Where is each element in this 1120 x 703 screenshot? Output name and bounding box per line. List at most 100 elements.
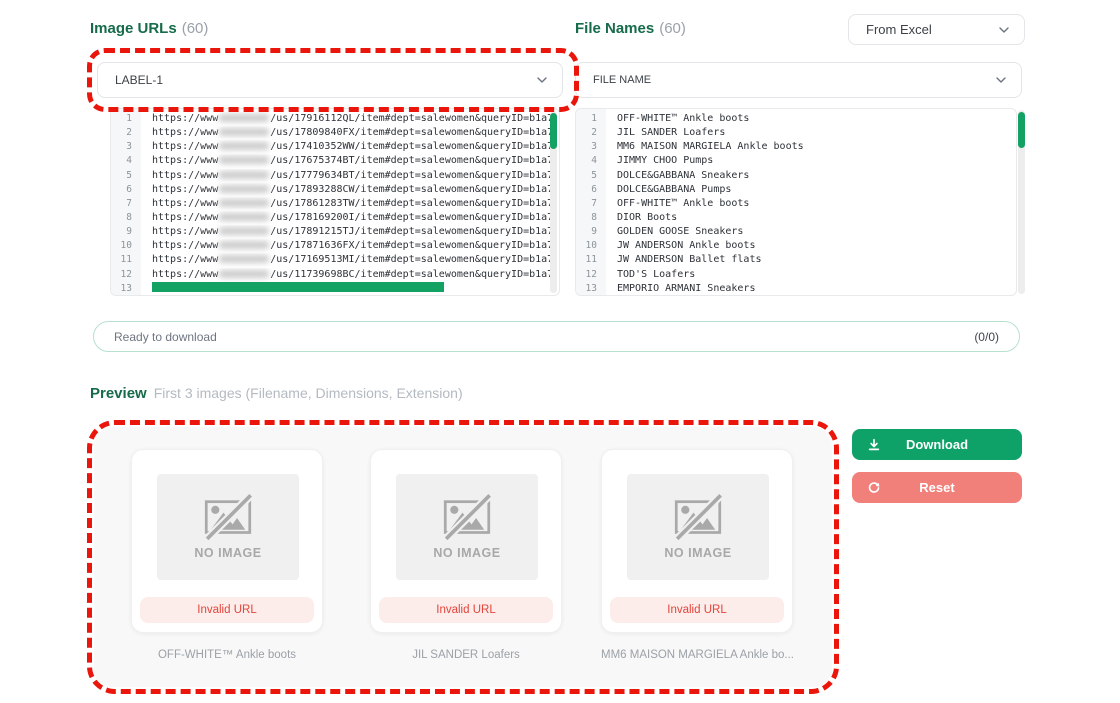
url-prefix: https://www: [152, 113, 218, 124]
filename-column-select-value: FILE NAME: [593, 74, 651, 86]
url-line: 3https://www/us/17410352WW/item#dept=sal…: [111, 140, 559, 154]
filename-text: JIL SANDER Loafers: [606, 126, 1016, 140]
preview-item: NO IMAGE Invalid URL OFF-WHITE™ Ankle boot…: [131, 449, 323, 661]
blurred-domain: [219, 185, 269, 193]
line-number: 12: [576, 268, 606, 282]
filename-line: 3MM6 MAISON MARGIELA Ankle boots: [576, 140, 1016, 154]
preview-container: NO IMAGE Invalid URL OFF-WHITE™ Ankle boot…: [94, 427, 832, 687]
url-prefix: https://www: [152, 127, 218, 138]
url-line: 2https://www/us/17809840FX/item#dept=sal…: [111, 126, 559, 140]
url-prefix: https://www: [152, 240, 218, 251]
preview-caption: JIL SANDER Loafers: [370, 649, 562, 661]
line-number: 11: [576, 253, 606, 267]
url-prefix: https://www: [152, 212, 218, 223]
preview-card: NO IMAGEInvalid URL: [601, 449, 793, 633]
preview-card: NO IMAGEInvalid URL: [370, 449, 562, 633]
invalid-url-badge: Invalid URL: [140, 597, 314, 623]
url-line: 11https://www/us/17169513MI/item#dept=sa…: [111, 253, 559, 267]
url-path: /us/17871636FX/item#dept=salewomen&query…: [270, 240, 553, 251]
scrollbar-thumb[interactable]: [1018, 112, 1025, 148]
blurred-domain: [219, 255, 269, 263]
blurred-domain: [219, 171, 269, 179]
preview-caption: OFF-WHITE™ Ankle boots: [131, 649, 323, 661]
url-path: /us/17410352WW/item#dept=salewomen&query…: [270, 141, 553, 152]
url-list-editor[interactable]: 1https://www/us/17916112QL/item#dept=sal…: [110, 108, 560, 296]
url-line: 6https://www/us/17893288CW/item#dept=sal…: [111, 183, 559, 197]
url-line: 4https://www/us/17675374BT/item#dept=sal…: [111, 154, 559, 168]
filename-list-scrollbar[interactable]: [1018, 110, 1025, 294]
preview-item: NO IMAGEInvalid URL JIL SANDER Loafers: [370, 449, 562, 661]
line-number: 7: [111, 197, 141, 211]
url-prefix: https://www: [152, 269, 218, 280]
line-number: 6: [111, 183, 141, 197]
progress-status: Ready to download: [114, 330, 217, 344]
url-prefix: https://www: [152, 226, 218, 237]
url-column-select-value: LABEL-1: [115, 73, 163, 87]
file-names-title: File Names (60): [575, 20, 686, 37]
url-text: https://www/us/17809840FX/item#dept=sale…: [141, 126, 559, 140]
filename-line: 4JIMMY CHOO Pumps: [576, 154, 1016, 168]
url-line: 13: [111, 282, 559, 296]
line-number: 2: [111, 126, 141, 140]
filename-text: DIOR Boots: [606, 211, 1016, 225]
line-number: 8: [576, 211, 606, 225]
image-placeholder: NO IMAGE: [157, 474, 299, 580]
filename-line: 8DIOR Boots: [576, 211, 1016, 225]
line-number: 13: [576, 282, 606, 296]
blurred-domain: [219, 227, 269, 235]
filename-list-editor[interactable]: 1OFF-WHITE™ Ankle boots2JIL SANDER Loafe…: [575, 108, 1017, 296]
file-names-title-text: File Names: [575, 20, 654, 37]
no-image-icon: [669, 494, 727, 542]
filename-line: 7OFF-WHITE™ Ankle boots: [576, 197, 1016, 211]
line-number: 11: [111, 253, 141, 267]
blurred-domain: [219, 270, 269, 278]
filename-text: JW ANDERSON Ballet flats: [606, 253, 1016, 267]
no-image-icon: [199, 494, 257, 542]
scrollbar-thumb[interactable]: [550, 113, 557, 149]
line-number: 2: [576, 126, 606, 140]
filename-text: MM6 MAISON MARGIELA Ankle boots: [606, 140, 1016, 154]
line-number: 9: [576, 225, 606, 239]
reset-button[interactable]: Reset: [852, 472, 1022, 503]
filename-line: 2JIL SANDER Loafers: [576, 126, 1016, 140]
url-path: /us/17916112QL/item#dept=salewomen&query…: [270, 113, 553, 124]
url-prefix: https://www: [152, 254, 218, 265]
url-column-select[interactable]: LABEL-1: [97, 62, 563, 98]
line-number: 4: [111, 154, 141, 168]
url-prefix: https://www: [152, 155, 218, 166]
preview-title: Preview: [90, 385, 147, 402]
line-number: 6: [576, 183, 606, 197]
image-placeholder: NO IMAGE: [396, 474, 538, 580]
filename-text: EMPORIO ARMANI Sneakers: [606, 282, 1016, 296]
filename-text: JW ANDERSON Ankle boots: [606, 239, 1016, 253]
preview-heading: PreviewFirst 3 images (Filename, Dimensi…: [90, 385, 463, 402]
file-names-count: (60): [659, 20, 686, 37]
reset-icon: [867, 481, 881, 495]
download-button[interactable]: Download: [852, 429, 1022, 460]
filename-line: 1OFF-WHITE™ Ankle boots: [576, 112, 1016, 126]
filename-column-select[interactable]: FILE NAME: [575, 62, 1022, 98]
line-number: 3: [111, 140, 141, 154]
line-number: 1: [576, 112, 606, 126]
url-text: https://www/us/17871636FX/item#dept=sale…: [141, 239, 559, 253]
url-text: https://www/us/17675374BT/item#dept=sale…: [141, 154, 559, 168]
blurred-domain: [219, 128, 269, 136]
filename-line: 9GOLDEN GOOSE Sneakers: [576, 225, 1016, 239]
url-path: /us/17861283TW/item#dept=salewomen&query…: [270, 198, 553, 209]
url-text: https://www/us/17861283TW/item#dept=sale…: [141, 197, 559, 211]
chevron-down-icon: [998, 24, 1010, 36]
filename-text: GOLDEN GOOSE Sneakers: [606, 225, 1016, 239]
filename-line: 12TOD'S Loafers: [576, 268, 1016, 282]
source-select[interactable]: From Excel: [848, 14, 1025, 45]
url-list-scrollbar[interactable]: [550, 111, 557, 293]
filename-line: 13EMPORIO ARMANI Sneakers: [576, 282, 1016, 296]
url-text: https://www/us/17779634BT/item#dept=sale…: [141, 169, 559, 183]
url-line: 9https://www/us/17891215TJ/item#dept=sal…: [111, 225, 559, 239]
url-text: https://www/us/11739698BC/item#dept=sale…: [141, 268, 559, 282]
preview-card: NO IMAGE Invalid URL: [131, 449, 323, 633]
url-text: [141, 282, 559, 296]
url-text: https://www/us/17410352WW/item#dept=sale…: [141, 140, 559, 154]
redacted-selection: [152, 282, 444, 292]
image-urls-title: Image URLs(60): [90, 20, 208, 37]
chevron-down-icon: [995, 74, 1007, 86]
